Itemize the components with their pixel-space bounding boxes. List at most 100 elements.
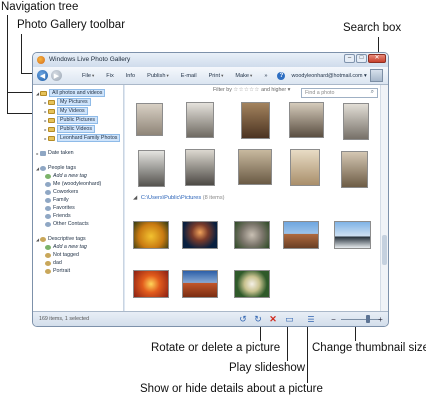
photo-thumbnail[interactable] (283, 221, 319, 249)
group-header[interactable]: ◢ C:\Users\Public\Pictures (8 items) (133, 195, 225, 201)
tree-item-label: Add a new tag (53, 173, 87, 179)
search-input[interactable]: Find a photo ⌕ (301, 88, 378, 98)
delete-icon[interactable]: ✕ (268, 315, 278, 324)
leader-nav-horizontal (7, 15, 8, 113)
tree-people-tags[interactable]: ◢ People tags (35, 164, 76, 172)
tree-folder[interactable]: ▸ Leonhard Family Photos (43, 134, 121, 142)
photo-thumbnail[interactable] (334, 221, 371, 249)
photo-thumbnail[interactable] (136, 103, 163, 136)
tree-people-item[interactable]: Other Contacts (45, 220, 89, 228)
tree-folder[interactable]: ▸ Public Videos (43, 125, 95, 133)
account-menu[interactable]: woodyleonhard@hotmail.com ▾ (291, 73, 366, 79)
menu-email[interactable]: E-mail (175, 73, 203, 79)
person-icon (45, 205, 51, 211)
menu-file[interactable]: File▾ (76, 73, 100, 79)
tree-people-item[interactable]: Friends (45, 212, 71, 220)
tree-date-taken[interactable]: ▸ Date taken (35, 149, 74, 157)
photo-thumbnail[interactable] (185, 149, 215, 186)
photo-thumbnail[interactable] (133, 270, 169, 298)
search-placeholder: Find a photo (305, 90, 335, 96)
tree-descriptive-tags[interactable]: ◢ Descriptive tags (35, 235, 86, 243)
status-text: 169 items, 1 selected (39, 316, 90, 322)
toolbar-menu: File▾ Fix Info Publish▾ E-mail Print▾ Ma… (76, 73, 273, 79)
photo-thumbnail[interactable] (186, 102, 214, 138)
tree-descriptive-item[interactable]: Portrait (45, 267, 70, 275)
photo-thumbnail[interactable] (133, 221, 169, 249)
tree-people-item[interactable]: Favorites (45, 204, 75, 212)
photo-thumbnail[interactable] (290, 149, 320, 186)
zoom-out-icon[interactable]: − (329, 315, 338, 324)
photo-thumbnail[interactable] (238, 149, 272, 185)
leader-slideshow (287, 323, 288, 361)
search-icon[interactable]: ⌕ (371, 89, 374, 96)
photo-gallery-toolbar: ◀ ▶ File▾ Fix Info Publish▾ E-mail Print… (33, 67, 388, 85)
tree-descriptive-item[interactable]: Not tagged (45, 251, 79, 259)
collapse-icon[interactable]: ◢ (133, 195, 137, 201)
filter-suffix[interactable]: and higher ▾ (261, 87, 290, 93)
forward-button[interactable]: ▶ (51, 70, 62, 81)
photo-thumbnail[interactable] (138, 150, 165, 187)
tree-date-taken-label: Date taken (48, 150, 74, 156)
tree-item-label: Other Contacts (53, 221, 89, 227)
tree-item-label: Favorites (53, 205, 75, 211)
tag-icon (40, 236, 46, 242)
details-icon[interactable]: ☰ (306, 315, 316, 324)
tree-folder[interactable]: ▸ Public Pictures (43, 116, 99, 124)
callout-rotate-delete: Rotate or delete a picture (151, 342, 281, 354)
window-controls: – □ ✕ (344, 54, 386, 63)
rotate-right-icon[interactable]: ↻ (253, 315, 263, 324)
tree-folder-label: My Pictures (57, 98, 91, 106)
photo-thumbnail[interactable] (234, 221, 270, 249)
vertical-scrollbar[interactable] (380, 85, 388, 313)
photo-thumbnail[interactable] (234, 270, 270, 298)
photo-thumbnail[interactable] (343, 103, 369, 140)
person-icon (45, 213, 51, 219)
thumbnail-size-slider[interactable] (341, 319, 381, 320)
tree-folder[interactable]: ▸ My Pictures (43, 98, 91, 106)
callout-slideshow: Play slideshow (229, 362, 306, 374)
slideshow-icon[interactable]: ▭ (284, 315, 295, 324)
menu-print[interactable]: Print▾ (203, 73, 230, 79)
tree-add-people-tag[interactable]: Add a new tag (45, 172, 87, 180)
thumbnail-size-knob[interactable] (366, 315, 370, 323)
menu-publish[interactable]: Publish▾ (141, 73, 175, 79)
zoom-in-icon[interactable]: + (376, 315, 385, 324)
callout-details: Show or hide details about a picture (140, 383, 323, 395)
tree-people-item[interactable]: Family (45, 196, 69, 204)
folder-icon (48, 108, 55, 114)
scrollbar-thumb[interactable] (382, 235, 387, 265)
photo-thumbnail[interactable] (289, 102, 324, 138)
photo-thumbnail[interactable] (182, 221, 218, 249)
tree-people-item[interactable]: Me (woodyleonhard) (45, 180, 101, 188)
tree-folder[interactable]: ▸ My Videos (43, 107, 88, 115)
help-icon[interactable]: ? (277, 71, 286, 80)
photo-thumbnail[interactable] (241, 102, 270, 139)
person-icon (45, 181, 51, 187)
menu-info[interactable]: Info (120, 73, 141, 79)
back-button[interactable]: ◀ (37, 70, 48, 81)
photo-thumbnail[interactable] (341, 151, 368, 188)
photo-thumbnail[interactable] (182, 270, 218, 298)
maximize-button[interactable]: □ (356, 54, 367, 63)
menu-more[interactable]: » (258, 73, 273, 79)
tree-people-item[interactable]: Coworkers (45, 188, 78, 196)
star-rating-icon[interactable]: ☆☆☆☆☆ (233, 87, 259, 93)
rotate-left-icon[interactable]: ↺ (238, 315, 248, 324)
menu-make[interactable]: Make▾ (229, 73, 258, 79)
tree-descriptive-item[interactable]: dad (45, 259, 62, 267)
tree-people-tags-label: People tags (48, 165, 76, 171)
callout-toolbar: Photo Gallery toolbar (17, 19, 126, 31)
tree-item-label: Add a new tag (53, 244, 87, 250)
person-icon (45, 197, 51, 203)
tree-item-label: Coworkers (53, 189, 79, 195)
group-count: (8 items) (202, 195, 225, 201)
tree-item-label: Me (woodyleonhard) (53, 181, 102, 187)
tree-add-descriptive-tag[interactable]: Add a new tag (45, 243, 87, 251)
rating-filter[interactable]: Filter by ☆☆☆☆☆ and higher ▾ (213, 87, 290, 93)
tree-folder-label: Leonhard Family Photos (57, 134, 121, 142)
minimize-button[interactable]: – (344, 54, 355, 63)
avatar[interactable] (370, 69, 383, 82)
tree-all-photos[interactable]: ◢ All photos and videos (35, 89, 106, 97)
menu-fix[interactable]: Fix (100, 73, 119, 79)
close-button[interactable]: ✕ (368, 54, 386, 63)
